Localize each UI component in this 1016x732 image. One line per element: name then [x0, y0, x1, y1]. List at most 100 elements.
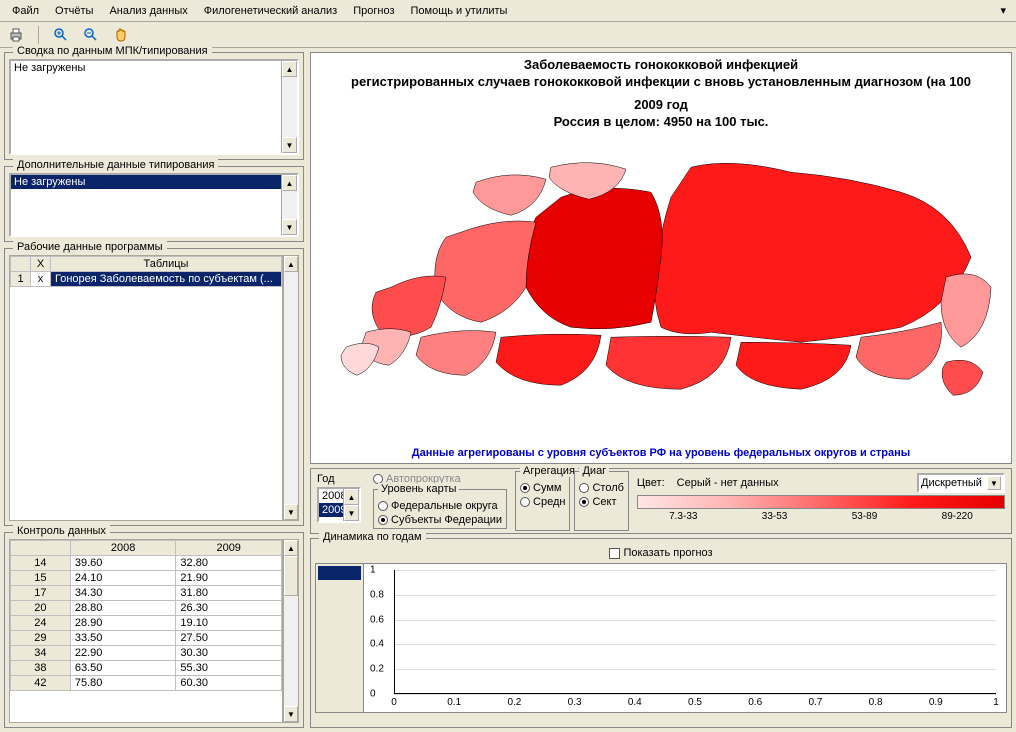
scrollbar[interactable]: ▲ ▼: [283, 539, 299, 723]
hand-pan-icon[interactable]: [111, 25, 131, 45]
cell[interactable]: 1: [11, 272, 31, 287]
cell[interactable]: Гонорея Заболеваемость по субъектам (...: [51, 272, 282, 287]
cell[interactable]: 26.30: [176, 601, 282, 616]
scrollbar[interactable]: ▲ ▼: [283, 255, 299, 521]
radio-pie[interactable]: Сект: [579, 496, 623, 508]
scroll-down-icon[interactable]: ▼: [282, 137, 297, 153]
cell[interactable]: 39.60: [70, 556, 176, 571]
cell[interactable]: 22.90: [70, 646, 176, 661]
workdata-grid[interactable]: X Таблицы 1 x Гонорея Заболеваемость по …: [9, 255, 283, 521]
scrollbar[interactable]: ▲ ▼: [343, 489, 359, 521]
cell[interactable]: 24: [11, 616, 71, 631]
list-item[interactable]: Не загружены: [11, 61, 297, 75]
scrollbar[interactable]: ▲ ▼: [281, 175, 297, 235]
scroll-thumb[interactable]: [284, 556, 298, 596]
scroll-down-icon[interactable]: ▼: [284, 504, 298, 520]
scroll-up-icon[interactable]: ▲: [282, 61, 297, 77]
color-mode-select[interactable]: Дискретный ▼: [917, 473, 1005, 493]
year-listbox[interactable]: 2008 2009 ▲ ▼: [317, 487, 361, 523]
radio-bar[interactable]: Столб: [579, 482, 623, 494]
cell[interactable]: 60.30: [176, 676, 282, 691]
menu-overflow-icon[interactable]: ▾: [994, 2, 1012, 19]
cell[interactable]: 21.90: [176, 571, 282, 586]
scrollbar[interactable]: ▲ ▼: [281, 61, 297, 153]
cell[interactable]: 31.80: [176, 586, 282, 601]
menu-reports[interactable]: Отчёты: [47, 3, 101, 19]
chevron-down-icon[interactable]: ▼: [987, 476, 1001, 490]
cell[interactable]: 63.50: [70, 661, 176, 676]
dynamics-chart[interactable]: 10.80.60.40.2000.10.20.30.40.50.60.70.80…: [315, 563, 1007, 713]
cell[interactable]: 28.90: [70, 616, 176, 631]
menu-help[interactable]: Помощь и утилиты: [403, 3, 516, 19]
scroll-up-icon[interactable]: ▲: [282, 175, 297, 191]
menu-forecast[interactable]: Прогноз: [345, 3, 402, 19]
table-row[interactable]: 1439.6032.80: [11, 556, 282, 571]
scroll-down-icon[interactable]: ▼: [284, 706, 298, 722]
col-header[interactable]: [11, 541, 71, 556]
menu-analysis[interactable]: Анализ данных: [101, 3, 195, 19]
cell[interactable]: 42: [11, 676, 71, 691]
list-item[interactable]: Не загружены: [11, 175, 297, 189]
scroll-down-icon[interactable]: ▼: [282, 219, 297, 235]
cell[interactable]: 34: [11, 646, 71, 661]
map-level-title: Уровень карты: [378, 483, 459, 495]
additional-listbox[interactable]: Не загружены ▲ ▼: [9, 173, 299, 237]
cell[interactable]: x: [31, 272, 51, 287]
menu-file[interactable]: Файл: [4, 3, 47, 19]
cell[interactable]: 15: [11, 571, 71, 586]
cell[interactable]: 38: [11, 661, 71, 676]
cell[interactable]: 34.30: [70, 586, 176, 601]
cell[interactable]: 24.10: [70, 571, 176, 586]
table-row[interactable]: 1734.3031.80: [11, 586, 282, 601]
zoom-in-icon[interactable]: [51, 25, 71, 45]
col-header[interactable]: X: [31, 257, 51, 272]
cell[interactable]: 27.50: [176, 631, 282, 646]
y-tick: 0.2: [370, 664, 384, 675]
scroll-down-icon[interactable]: ▼: [344, 505, 359, 521]
russia-map[interactable]: [311, 131, 1011, 443]
data-control-grid[interactable]: 2008 2009 1439.6032.801524.1021.901734.3…: [9, 539, 283, 723]
table-row[interactable]: 4275.8060.30: [11, 676, 282, 691]
show-forecast-checkbox[interactable]: [609, 548, 620, 559]
radio-federal-districts[interactable]: Федеральные округа: [378, 500, 502, 512]
menu-phylo[interactable]: Филогенетический анализ: [196, 3, 346, 19]
cell[interactable]: 33.50: [70, 631, 176, 646]
scroll-up-icon[interactable]: ▲: [284, 540, 298, 556]
cell[interactable]: 17: [11, 586, 71, 601]
col-header[interactable]: 2009: [176, 541, 282, 556]
col-header[interactable]: Таблицы: [51, 257, 282, 272]
table-row[interactable]: 2428.9019.10: [11, 616, 282, 631]
radio-mean[interactable]: Средн: [520, 496, 565, 508]
cell[interactable]: 28.80: [70, 601, 176, 616]
chart-series-list[interactable]: [316, 564, 364, 712]
series-item[interactable]: [318, 566, 361, 580]
scroll-up-icon[interactable]: ▲: [284, 256, 298, 272]
cell[interactable]: 55.30: [176, 661, 282, 676]
cell[interactable]: 32.80: [176, 556, 282, 571]
cell[interactable]: 20: [11, 601, 71, 616]
cell[interactable]: 75.80: [70, 676, 176, 691]
print-icon[interactable]: [6, 25, 26, 45]
table-row[interactable]: 3422.9030.30: [11, 646, 282, 661]
scroll-up-icon[interactable]: ▲: [344, 489, 359, 505]
cell[interactable]: 14: [11, 556, 71, 571]
radio-subjects[interactable]: Субъекты Федерации: [378, 514, 502, 526]
col-header[interactable]: [11, 257, 31, 272]
cell[interactable]: 19.10: [176, 616, 282, 631]
x-tick: 1: [993, 697, 999, 708]
cell[interactable]: 29: [11, 631, 71, 646]
y-tick: 0.8: [370, 589, 384, 600]
cell[interactable]: 30.30: [176, 646, 282, 661]
zoom-out-icon[interactable]: [81, 25, 101, 45]
table-row[interactable]: 2028.8026.30: [11, 601, 282, 616]
table-row[interactable]: 3863.5055.30: [11, 661, 282, 676]
table-row[interactable]: 1 x Гонорея Заболеваемость по субъектам …: [11, 272, 282, 287]
x-tick: 0.2: [507, 697, 521, 708]
table-row[interactable]: 1524.1021.90: [11, 571, 282, 586]
col-header[interactable]: 2008: [70, 541, 176, 556]
radio-sum[interactable]: Сумм: [520, 482, 565, 494]
mpk-listbox[interactable]: Не загружены ▲ ▼: [9, 59, 299, 155]
x-tick: 0.3: [568, 697, 582, 708]
color-scale-ticks: 7.3-33 33-53 53-89 89-220: [637, 511, 1005, 522]
table-row[interactable]: 2933.5027.50: [11, 631, 282, 646]
